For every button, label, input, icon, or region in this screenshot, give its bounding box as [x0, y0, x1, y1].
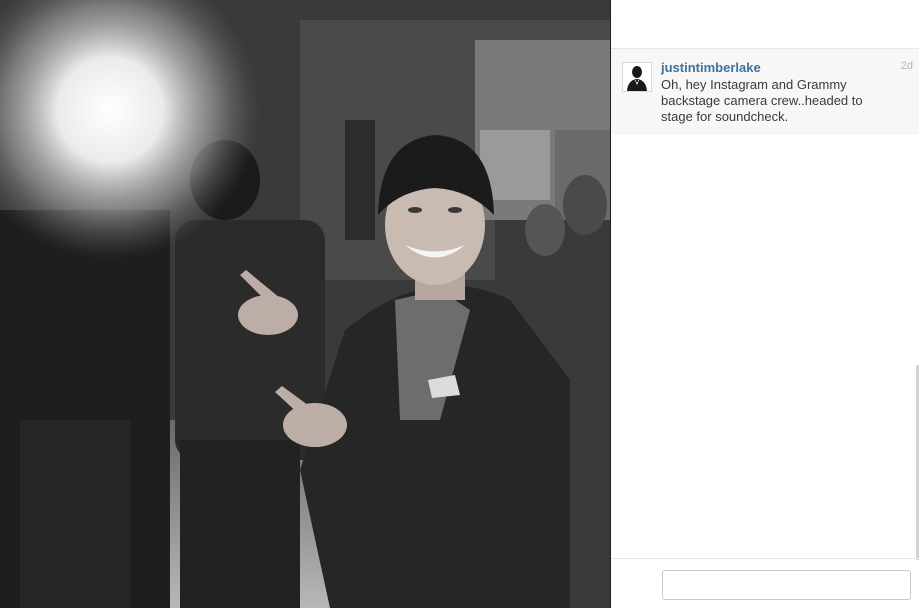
- username-link[interactable]: justintimberlake: [661, 60, 761, 75]
- post-caption: Oh, hey Instagram and Grammy backstage c…: [661, 77, 863, 124]
- post-timestamp: 2d: [900, 60, 913, 72]
- footer-divider: [611, 558, 919, 559]
- profile-avatar[interactable]: [622, 62, 652, 92]
- post-photo[interactable]: [0, 0, 610, 608]
- caption-comment: justintimberlake 2d Oh, hey Instagram an…: [611, 49, 919, 135]
- photo-illustration: [0, 0, 610, 608]
- post-side-panel: justintimberlake 2d Oh, hey Instagram an…: [610, 0, 919, 608]
- comment-input[interactable]: [662, 570, 911, 600]
- avatar-icon: [623, 63, 651, 91]
